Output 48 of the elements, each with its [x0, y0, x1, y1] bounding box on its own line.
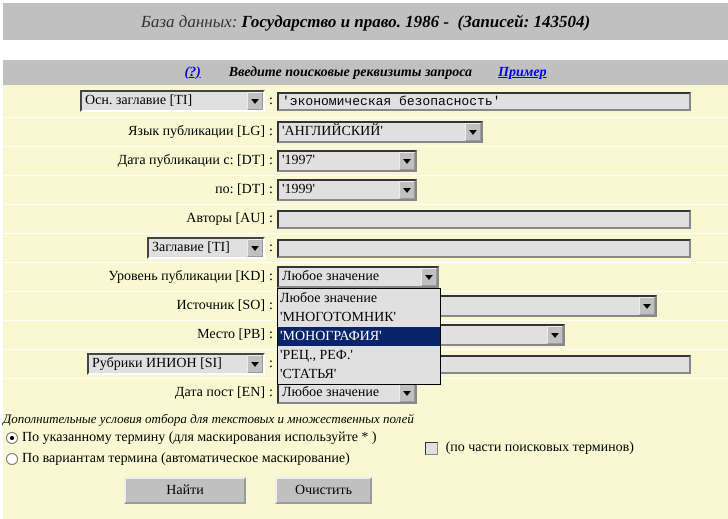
field-label: Место [PB] — [197, 327, 265, 343]
dropdown-option[interactable]: 'РЕЦ., РЕФ.' — [278, 346, 440, 365]
database-title: Государство и право. 1986 - (Записей: 143504) — [241, 12, 590, 32]
radio-label[interactable]: По вариантам термина (автоматическое маскирование) — [22, 450, 350, 466]
options-note: Дополнительные условия отбора для текстовых и множественных полей — [3, 410, 415, 427]
field-label: Источник [SO] — [176, 298, 265, 314]
colon: : — [268, 356, 274, 372]
colon: : — [268, 153, 274, 169]
radio-button[interactable] — [6, 452, 18, 464]
field-label: Авторы [AU] — [186, 211, 265, 227]
dropdown-option[interactable]: 'СТАТЬЯ' — [278, 365, 440, 384]
search-button[interactable]: Найти — [124, 477, 246, 504]
field-label: по: [DT] — [215, 182, 265, 198]
text-field[interactable]: 'экономическая безопасность' — [277, 92, 691, 110]
checkbox[interactable] — [424, 442, 438, 454]
dropdown[interactable]: '1997' — [277, 150, 417, 172]
database-label: База данных: — [140, 12, 238, 32]
dropdown[interactable]: '1999' — [277, 179, 417, 201]
dropdown-option[interactable]: Любое значение — [278, 289, 440, 308]
field-selector[interactable]: Рубрики ИНИОН [SI] — [87, 353, 265, 375]
field-label: Уровень публикации [KD] — [108, 269, 265, 285]
colon: : — [268, 240, 274, 256]
prompt-text: Введите поисковые реквизиты запроса — [228, 64, 472, 80]
colon: : — [268, 327, 274, 343]
dropdown[interactable]: 'АНГЛИЙСКИЙ' — [277, 121, 483, 143]
colon: : — [268, 298, 274, 314]
field-label: Дата пост [EN] — [174, 385, 265, 401]
field-selector[interactable]: Заглавие [TI] — [147, 237, 265, 259]
dropdown-option[interactable]: 'МНОГОТОМНИК' — [278, 308, 440, 327]
colon: : — [268, 269, 274, 285]
text-field[interactable] — [277, 238, 691, 258]
dropdown[interactable]: Любое значение — [277, 266, 439, 288]
field-selector[interactable]: Осн. заглавие [TI] — [80, 90, 265, 112]
colon: : — [268, 182, 274, 198]
colon: : — [268, 211, 274, 227]
dropdown-option[interactable]: 'МОНОГРАФИЯ' — [278, 327, 440, 346]
radio-button[interactable] — [6, 432, 18, 444]
colon: : — [268, 124, 274, 140]
field-label: Язык публикации [LG] — [128, 124, 265, 140]
help-link[interactable]: (?) — [184, 64, 201, 80]
field-label: Дата публикации с: [DT] — [118, 153, 265, 169]
colon: : — [268, 93, 274, 109]
clear-button[interactable]: Очистить — [275, 477, 372, 504]
text-field[interactable] — [277, 210, 691, 228]
radio-label[interactable]: По указанному термину (для маскирования используйте * ) — [22, 430, 377, 446]
example-link[interactable]: Пример — [498, 64, 547, 80]
colon: : — [268, 385, 274, 401]
checkbox-label[interactable]: (по части поисковых терминов) — [446, 440, 634, 456]
